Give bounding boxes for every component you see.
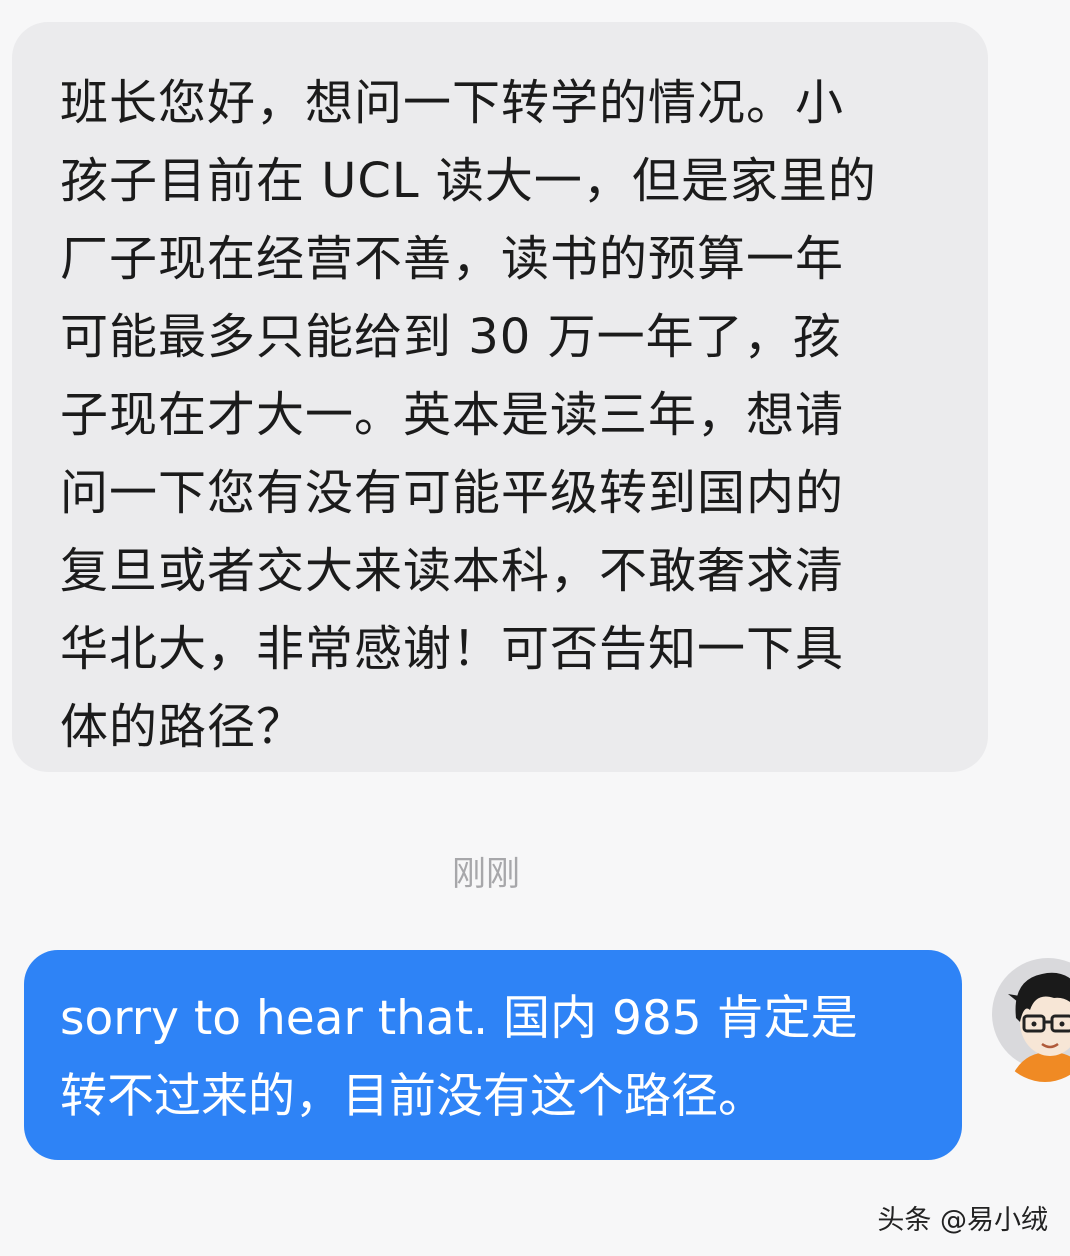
cartoon-boy-avatar-icon bbox=[992, 958, 1070, 1082]
outgoing-message-text: sorry to hear that. 国内 985 肯定是 转不过来的，目前没… bbox=[60, 991, 858, 1124]
message-timestamp: 刚刚 bbox=[452, 854, 520, 894]
incoming-message-text: 班长您好，想问一下转学的情况。小 孩子目前在 UCL 读大一，但是家里的 厂子现… bbox=[60, 75, 877, 755]
incoming-message-bubble[interactable]: 班长您好，想问一下转学的情况。小 孩子目前在 UCL 读大一，但是家里的 厂子现… bbox=[12, 22, 988, 772]
outgoing-message-bubble[interactable]: sorry to hear that. 国内 985 肯定是 转不过来的，目前没… bbox=[24, 950, 962, 1160]
watermark: 头条 @易小绒 bbox=[877, 1205, 1048, 1236]
avatar[interactable] bbox=[990, 952, 1070, 1082]
